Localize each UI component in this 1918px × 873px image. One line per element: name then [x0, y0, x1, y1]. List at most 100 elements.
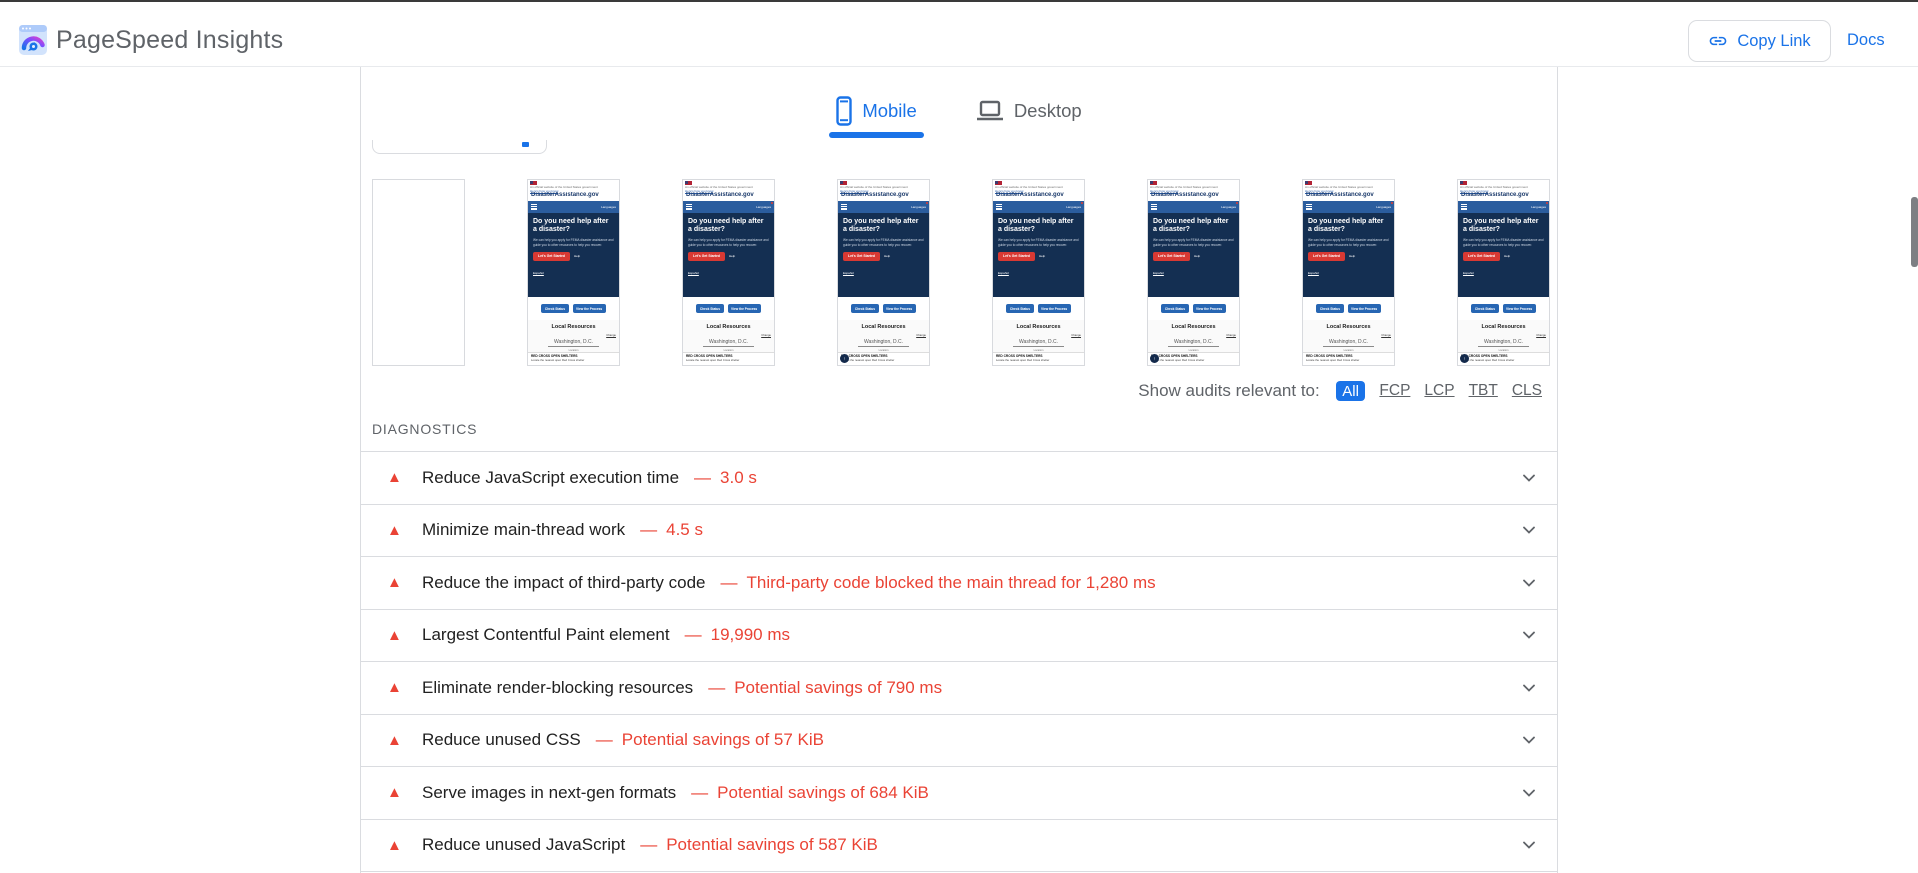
us-flag-icon: [1150, 181, 1157, 185]
audit-title: Reduce JavaScript execution time: [422, 467, 680, 487]
thumbnail-page: An official website of the United States…: [683, 180, 774, 365]
thumb-location-label: Location: [1188, 348, 1199, 352]
filter-all[interactable]: All: [1335, 381, 1366, 401]
back-to-top-icon: ↑: [840, 354, 849, 363]
thumbnail-page: An official website of the United States…: [1148, 180, 1239, 365]
thumb-shelters-bar: RED CROSS OPEN SHELTERS Locate the neare…: [838, 352, 929, 365]
thumb-gov-banner: An official website of the United States…: [993, 180, 1084, 193]
audit-row[interactable]: ▲ Serve images in next-gen formats — Pote…: [361, 767, 1557, 820]
audit-row[interactable]: ▲ Reduce unused CSS — Potential savings o…: [361, 714, 1557, 767]
filter-cls[interactable]: CLS: [1512, 382, 1542, 400]
filter-lcp[interactable]: LCP: [1424, 382, 1454, 400]
copy-link-button[interactable]: Copy Link: [1688, 20, 1831, 62]
thumb-local-title: Local Resources: [1326, 324, 1371, 331]
filmstrip-thumbnail: An official website of the United States…: [1302, 179, 1395, 366]
thumb-location-label: Location: [723, 348, 734, 352]
thumb-hero: Do you need help after a disaster? We ca…: [1458, 212, 1549, 297]
filmstrip-thumbnail: An official website of the United States…: [527, 179, 620, 366]
tab-desktop[interactable]: Desktop: [969, 95, 1089, 126]
filmstrip-thumbnail: An official website of the United States…: [682, 179, 775, 366]
warning-triangle-icon: ▲: [387, 784, 402, 802]
filter-fcp[interactable]: FCP: [1379, 382, 1410, 400]
chevron-down-icon[interactable]: [1520, 836, 1538, 854]
thumb-local-resources: Local Resources Washington, D.C. Change …: [838, 320, 929, 353]
chevron-down-icon[interactable]: [1520, 521, 1538, 539]
thumb-hero: Do you need help after a disaster? We ca…: [1148, 212, 1239, 297]
warning-triangle-icon: ▲: [387, 731, 402, 749]
hamburger-menu-icon: [841, 204, 847, 210]
thumb-change-link: Change: [916, 333, 926, 338]
window-top-edge: [0, 0, 1918, 2]
thumb-espanol-link: Español: [1463, 270, 1474, 275]
thumb-get-started-button: Let's Get Started: [533, 251, 570, 261]
audit-row[interactable]: ▲ Minimize main-thread work —4.5 s: [361, 504, 1557, 557]
filmstrip-thumbnail: An official website of the United States…: [372, 179, 465, 366]
thumb-hero: Do you need help after a disaster? We ca…: [838, 212, 929, 297]
thumb-local-title: Local Resources: [861, 324, 906, 331]
audit-value: — Third-party code blocked the main threa…: [720, 572, 1156, 592]
audit-row[interactable]: ▲ Reduce JavaScript execution time —3.0 …: [361, 452, 1557, 505]
thumb-action-buttons: Check Status View the Process: [1148, 296, 1239, 321]
thumb-navbar: Languages: [1458, 200, 1549, 213]
thumb-site-logo: DisasterAssistance.gov: [1306, 192, 1374, 198]
thumb-hero-title: Do you need help after a disaster?: [1308, 217, 1384, 234]
thumb-hero: Do you need help after a disaster? We ca…: [683, 212, 774, 297]
thumb-hero-title: Do you need help after a disaster?: [1463, 217, 1539, 234]
vertical-scrollbar-thumb[interactable]: [1911, 197, 1918, 267]
chevron-down-icon[interactable]: [1520, 626, 1538, 644]
copy-link-label: Copy Link: [1737, 31, 1811, 50]
thumb-get-started-button: Let's Get Started: [688, 251, 725, 261]
thumb-hero-body: We can help you apply for FEMA disaster …: [1463, 237, 1544, 247]
thumb-site-logo: DisasterAssistance.gov: [686, 192, 754, 198]
thumbnail-page: An official website of the United States…: [1303, 180, 1394, 365]
us-flag-icon: [1460, 181, 1467, 185]
thumb-gov-banner: An official website of the United States…: [1458, 180, 1549, 193]
audit-row[interactable]: ▲ Largest Contentful Paint element —19,9…: [361, 609, 1557, 662]
thumb-local-title: Local Resources: [1481, 324, 1526, 331]
thumb-location-label: Location: [1498, 348, 1509, 352]
audit-row[interactable]: ▲ Reduce the impact of third-party code …: [361, 557, 1557, 610]
thumb-navbar: Languages: [683, 200, 774, 213]
thumbnail-page: An official website of the United States…: [838, 180, 929, 365]
chevron-down-icon[interactable]: [1520, 731, 1538, 749]
audit-row[interactable]: ▲ Eliminate render-blocking resources — P…: [361, 662, 1557, 715]
hamburger-menu-icon: [531, 204, 537, 210]
thumb-hero: Do you need help after a disaster? We ca…: [528, 212, 619, 297]
thumb-shelters-bar: RED CROSS OPEN SHELTERS Locate the neare…: [683, 352, 774, 365]
docs-link[interactable]: Docs: [1847, 31, 1885, 50]
filter-tbt[interactable]: TBT: [1469, 382, 1498, 400]
thumb-check-status-button: Check Status: [1316, 304, 1344, 314]
audit-value: — Potential savings of 57 KiB: [595, 730, 825, 750]
thumb-espanol-link: Español: [1153, 270, 1164, 275]
diagnostics-section-label: DIAGNOSTICS: [372, 421, 478, 437]
us-flag-icon: [685, 181, 692, 185]
thumb-shelters-bar: RED CROSS OPEN SHELTERS Locate the neare…: [1148, 352, 1239, 365]
thumb-local-resources: Local Resources Washington, D.C. Change …: [993, 320, 1084, 353]
thumb-get-started-button: Let's Get Started: [1153, 251, 1190, 261]
thumb-shelters-body: Locate the nearest open Red Cross shelte…: [1461, 358, 1515, 363]
warning-triangle-icon: ▲: [387, 521, 402, 539]
thumb-languages-label: Languages: [1376, 204, 1391, 209]
thumb-change-link: Change: [761, 333, 771, 338]
thumb-hero-body: We can help you apply for FEMA disaster …: [533, 237, 614, 247]
tab-mobile[interactable]: Mobile: [829, 95, 924, 138]
thumb-espanol-link: Español: [688, 270, 699, 275]
thumb-check-status-button: Check Status: [541, 304, 569, 314]
thumb-shelters-body: Locate the nearest open Red Cross shelte…: [1151, 358, 1205, 363]
thumbnail-page: An official website of the United States…: [528, 180, 619, 365]
thumb-action-buttons: Check Status View the Process: [993, 296, 1084, 321]
thumb-espanol-link: Español: [843, 270, 854, 275]
chevron-down-icon[interactable]: [1520, 574, 1538, 592]
thumb-shelters-body: Locate the nearest open Red Cross shelte…: [1306, 358, 1360, 363]
thumb-navbar: Languages: [838, 200, 929, 213]
audit-row[interactable]: ▲ Reduce unused JavaScript — Potential sa…: [361, 819, 1557, 872]
audit-title: Reduce unused CSS: [422, 730, 581, 750]
thumb-hero-body: We can help you apply for FEMA disaster …: [1153, 237, 1234, 247]
filmstrip: An official website of the United States…: [372, 179, 1550, 366]
us-flag-icon: [530, 181, 537, 185]
filmstrip-thumbnail: An official website of the United States…: [1147, 179, 1240, 366]
hamburger-menu-icon: [1306, 204, 1312, 210]
chevron-down-icon[interactable]: [1520, 784, 1538, 802]
chevron-down-icon[interactable]: [1520, 679, 1538, 697]
chevron-down-icon[interactable]: [1520, 469, 1538, 487]
